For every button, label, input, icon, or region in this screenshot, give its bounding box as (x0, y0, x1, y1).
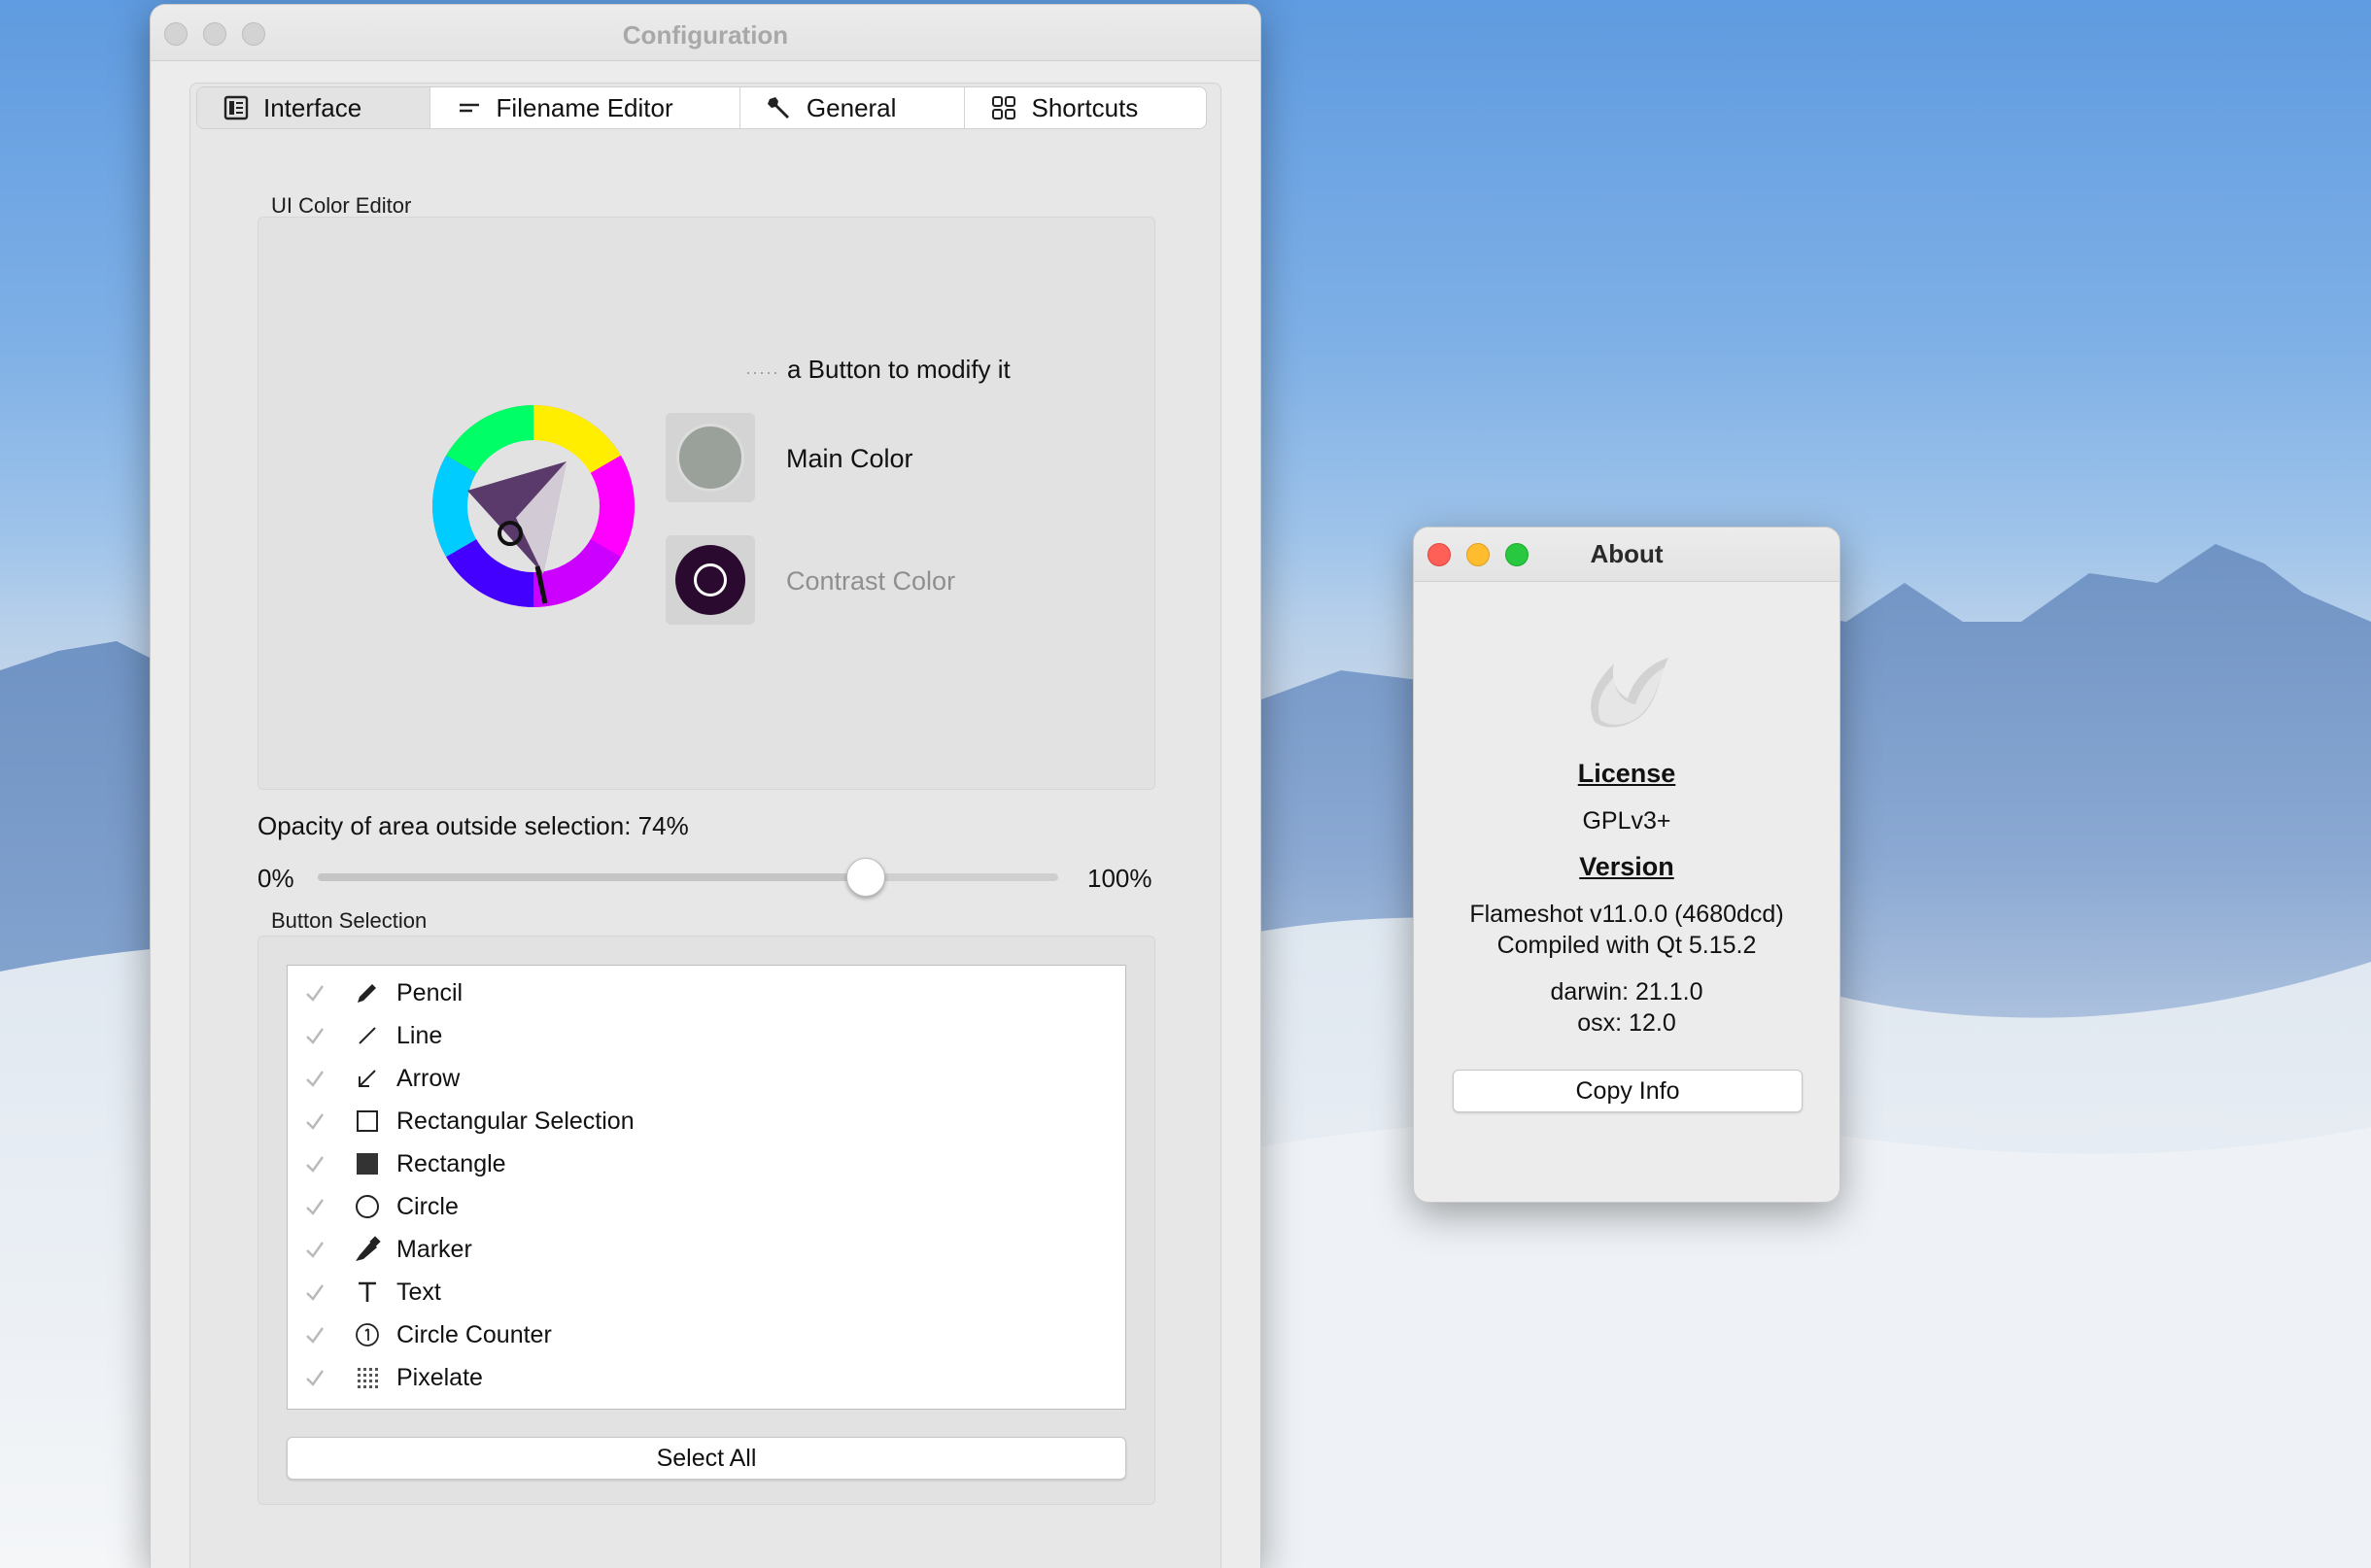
list-item[interactable]: Line (288, 1014, 1125, 1057)
opacity-label: Opacity of area outside selection: 74% (258, 811, 689, 840)
tab-interface[interactable]: Interface (197, 87, 430, 128)
contrast-color-swatch (675, 545, 745, 615)
about-window: About License GPLv3+ Version Flameshot v… (1413, 527, 1840, 1203)
list-item[interactable]: Text (288, 1271, 1125, 1313)
list-item[interactable]: Rectangular Selection (288, 1100, 1125, 1142)
list-item-label: Line (396, 1021, 443, 1049)
about-titlebar[interactable]: About (1414, 528, 1839, 582)
list-item-label: Arrow (396, 1064, 461, 1092)
flameshot-logo-icon (1591, 658, 1668, 728)
text-lines-icon (459, 103, 479, 113)
tab-bar: Interface Filename Editor General Shortc… (196, 86, 1207, 129)
list-item-label: Circle (396, 1192, 459, 1220)
circle-icon (356, 1195, 379, 1218)
arrow-icon (359, 1070, 376, 1087)
license-value: GPLv3+ (1582, 807, 1671, 835)
text-icon (359, 1281, 376, 1302)
list-item-label: Text (396, 1278, 441, 1306)
line-icon (359, 1027, 376, 1044)
list-item-label: Pencil (396, 978, 464, 1006)
tab-filename-editor[interactable]: Filename Editor (430, 87, 740, 128)
window-title: Configuration (622, 20, 789, 50)
ui-color-editor-group (258, 217, 1155, 790)
tab-shortcuts[interactable]: Shortcuts (965, 87, 1206, 128)
checkbox-checked-icon[interactable] (301, 1022, 328, 1049)
checkbox-checked-icon[interactable] (301, 979, 328, 1006)
main-color-button[interactable] (666, 413, 755, 502)
checkbox-checked-icon[interactable] (301, 1364, 328, 1391)
marker-icon (356, 1236, 381, 1261)
list-item-label: Rectangle (396, 1149, 506, 1177)
contrast-color-label: Contrast Color (786, 566, 956, 596)
license-heading: License (1577, 759, 1676, 788)
version-line: Flameshot v11.0.0 (4680dcd) (1469, 901, 1784, 928)
checkbox-checked-icon[interactable] (301, 1150, 328, 1177)
list-item[interactable]: Circle (288, 1185, 1125, 1228)
color-editor-hint: ····· a Button to modify it (745, 355, 1011, 384)
list-item[interactable]: Pencil (288, 971, 1125, 1014)
kernel-version-line: darwin: 21.1.0 (1550, 978, 1703, 1006)
checkbox-checked-icon[interactable] (301, 1108, 328, 1135)
checkbox-checked-icon[interactable] (301, 1193, 328, 1220)
grid-icon (992, 96, 1016, 119)
os-version-line: osx: 12.0 (1577, 1009, 1676, 1037)
ui-color-editor-label: UI Color Editor (271, 193, 412, 218)
button-selection-label: Button Selection (271, 908, 428, 933)
checkbox-checked-icon[interactable] (301, 1065, 328, 1092)
opacity-min-label: 0% (258, 864, 294, 893)
about-window-title: About (1590, 539, 1664, 568)
color-wheel[interactable] (429, 401, 638, 611)
list-item[interactable]: Marker (288, 1228, 1125, 1271)
tab-shortcuts-label: Shortcuts (1031, 92, 1139, 122)
main-color-swatch (676, 424, 744, 492)
circle-icon (694, 563, 727, 597)
hint-prefix-blurred: ····· (745, 362, 779, 382)
pixelate-icon (358, 1368, 378, 1388)
tab-interface-label: Interface (263, 92, 362, 122)
list-item[interactable]: Rectangle (288, 1142, 1125, 1185)
checkbox-checked-icon[interactable] (301, 1236, 328, 1263)
rect-selection-icon (357, 1110, 378, 1132)
tab-general-label: General (806, 92, 897, 122)
opacity-slider-fill (318, 873, 866, 881)
list-item[interactable]: Arrow (288, 1057, 1125, 1100)
list-item-label: Circle Counter (396, 1320, 552, 1348)
checkbox-checked-icon[interactable] (301, 1278, 328, 1306)
opacity-slider-knob[interactable] (845, 858, 885, 897)
circle-counter-icon (356, 1323, 379, 1346)
pencil-icon (358, 984, 376, 1003)
copy-info-button[interactable]: Copy Info (1453, 1070, 1803, 1112)
wrench-icon (767, 97, 789, 119)
list-item[interactable]: Pixelate (288, 1356, 1125, 1399)
main-color-label: Main Color (786, 444, 913, 473)
tool-button-list[interactable]: Pencil Line Arrow Rectangular Selection … (287, 965, 1126, 1410)
list-item-label: Pixelate (396, 1363, 483, 1391)
configuration-window: Configuration Interface Filename Editor … (150, 4, 1261, 1568)
interface-icon (223, 95, 249, 120)
list-item-label: Marker (396, 1235, 472, 1263)
list-item-label: Rectangular Selection (396, 1107, 635, 1135)
checkbox-checked-icon[interactable] (301, 1321, 328, 1348)
tab-general[interactable]: General (740, 87, 966, 128)
compiled-with-line: Compiled with Qt 5.15.2 (1496, 932, 1757, 959)
select-all-button[interactable]: Select All (287, 1437, 1126, 1480)
opacity-max-label: 100% (1087, 864, 1152, 893)
version-heading: Version (1579, 852, 1674, 881)
contrast-color-button[interactable] (666, 535, 755, 625)
config-titlebar[interactable]: Configuration (151, 5, 1260, 61)
opacity-slider[interactable] (318, 858, 1058, 897)
tab-filename-editor-label: Filename Editor (496, 92, 673, 122)
rectangle-icon (357, 1153, 378, 1175)
list-item[interactable]: Circle Counter (288, 1313, 1125, 1356)
